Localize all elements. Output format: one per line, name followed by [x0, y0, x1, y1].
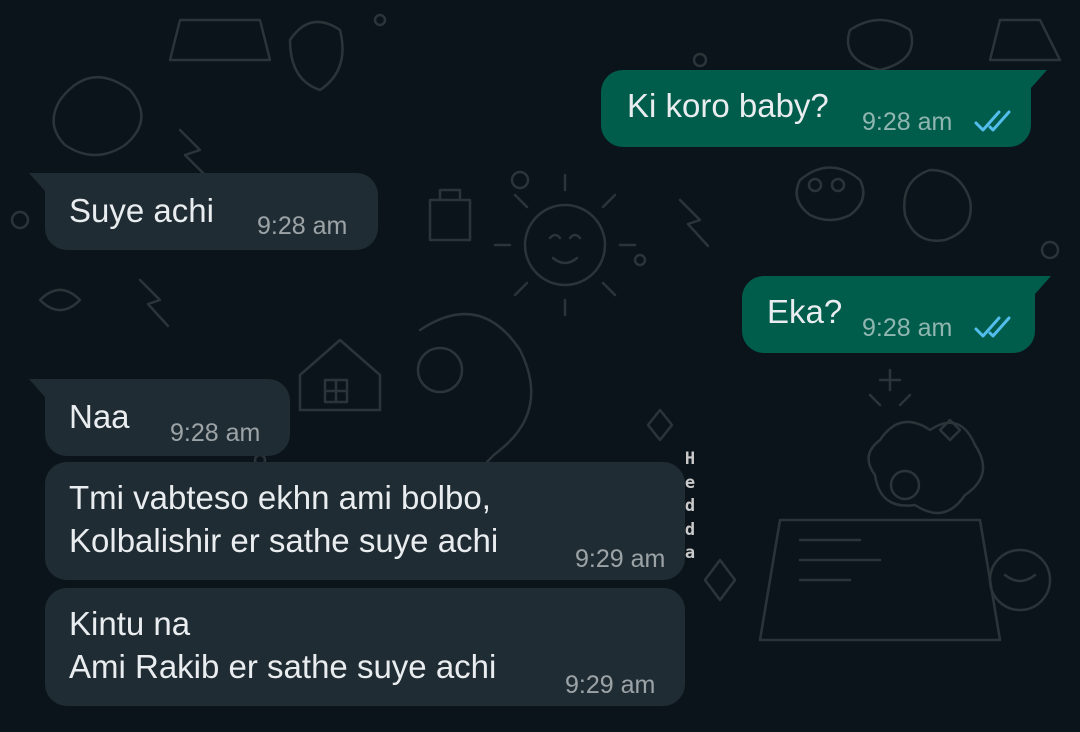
watermark-letter: H — [684, 449, 696, 469]
message-line: Kintu na — [69, 605, 191, 642]
message-text: Ki koro baby? — [627, 87, 829, 124]
message-time: 9:28 am — [257, 212, 348, 240]
message-time: 9:29 am — [575, 545, 666, 573]
message-text: Suye achi — [69, 192, 214, 229]
message-time: 9:28 am — [862, 108, 953, 136]
incoming-message[interactable]: Kintu na Ami Rakib er sathe suye achi 9:… — [45, 588, 685, 706]
incoming-message[interactable]: Suye achi 9:28 am — [29, 173, 378, 250]
message-line: Ami Rakib er sathe suye achi — [69, 648, 497, 685]
watermark-letter: d — [684, 519, 696, 540]
bubble-tail — [29, 379, 45, 397]
bubble-tail — [1031, 70, 1047, 88]
message-line: Tmi vabteso ekhn ami bolbo, — [69, 479, 491, 516]
message-line: Kolbalishir er sathe suye achi — [69, 522, 499, 559]
watermark-letter: d — [684, 496, 696, 516]
message-time: 9:28 am — [170, 419, 261, 447]
double-check-read-icon — [974, 110, 1011, 132]
double-check-read-icon — [974, 316, 1011, 338]
bubble-tail — [1035, 276, 1051, 294]
outgoing-message[interactable]: Eka? 9:28 am — [742, 276, 1051, 353]
watermark-text: H e d d a — [680, 448, 700, 566]
incoming-message[interactable]: Tmi vabteso ekhn ami bolbo, Kolbalishir … — [45, 462, 685, 580]
watermark-letter: a — [684, 543, 696, 563]
outgoing-message[interactable]: Ki koro baby? 9:28 am — [601, 70, 1047, 147]
message-time: 9:28 am — [862, 314, 953, 342]
message-time: 9:29 am — [565, 671, 656, 699]
watermark-letter: e — [684, 472, 696, 493]
message-text: Naa — [69, 398, 130, 435]
incoming-message[interactable]: Naa 9:28 am — [29, 379, 290, 456]
message-text: Eka? — [767, 293, 843, 330]
chat-conversation[interactable]: Ki koro baby? 9:28 am Suye achi 9:28 am … — [0, 0, 1080, 732]
bubble-tail — [29, 173, 45, 191]
